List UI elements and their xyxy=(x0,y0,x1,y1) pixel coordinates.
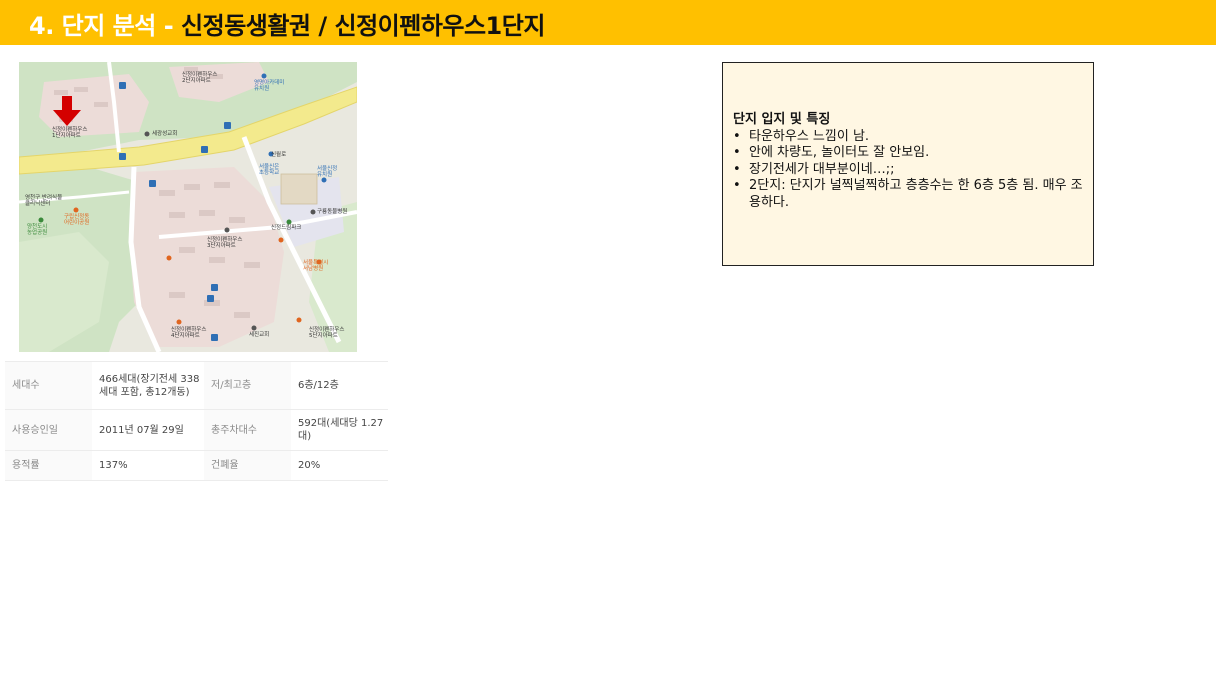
map-label-dream-park: 신정드림파크 xyxy=(271,225,302,231)
notes-title: 단지 입지 및 특징 xyxy=(733,112,831,127)
map-label-clinic: 구룡동물병원 xyxy=(317,209,348,215)
map-label-school: 서울신은 초등학교 xyxy=(259,164,280,177)
table-value: 137% xyxy=(92,450,204,481)
table-row: 사용승인일 2011년 07월 29일 총주차대수 592대(세대당 1.27대… xyxy=(5,409,388,451)
table-row: 용적률 137% 건폐율 20% xyxy=(5,450,388,481)
list-item: 장기전세가 대부분이네…;; xyxy=(733,162,1088,179)
table-key: 건폐율 xyxy=(204,450,291,481)
table-value: 592대(세대당 1.27대) xyxy=(291,409,388,451)
table-key: 사용승인일 xyxy=(5,409,92,451)
table-value: 2011년 07월 29일 xyxy=(92,409,204,451)
table-value: 6층/12층 xyxy=(291,361,388,410)
map-label-road: 신월로 xyxy=(271,152,287,158)
map-label-library: 영천구 반려식물 클리닉센터 xyxy=(25,195,63,208)
map-label-church2: 세진교회 xyxy=(249,332,270,338)
page-title: 신정동생활권 / 신정이펜하우스1단지 xyxy=(181,12,545,40)
complex-info-table: 세대수 466세대(장기전세 338세대 포함, 총12개동) 저/최고층 6층… xyxy=(5,361,388,481)
location-map[interactable]: 신정이펜하우스 1단지아파트 신정이펜하우스 2단지아파트 신정이펜하우스 3단… xyxy=(19,62,357,352)
table-key: 총주차대수 xyxy=(204,409,291,451)
table-key: 용적률 xyxy=(5,450,92,481)
list-item: 안에 차량도, 놀이터도 잘 안보임. xyxy=(733,145,1088,162)
map-label-park-c: 양천도시 농업공원 xyxy=(27,224,48,237)
table-key: 저/최고층 xyxy=(204,361,291,410)
notes-list: 타운하우스 느낌이 남. 안에 차량도, 놀이터도 잘 안보임. 장기전세가 대… xyxy=(733,129,1088,212)
list-item: 타운하우스 느낌이 남. xyxy=(733,129,1088,146)
notes-box: 단지 입지 및 특징 타운하우스 느낌이 남. 안에 차량도, 놀이터도 잘 안… xyxy=(722,62,1094,266)
map-label-complex2: 신정이펜하우스 2단지아파트 xyxy=(182,72,218,85)
map-label-complex1: 신정이펜하우스 1단지아파트 xyxy=(52,127,88,140)
title-bar: 4. 단지 분석 - 신정동생활권 / 신정이펜하우스1단지 xyxy=(0,0,1216,45)
table-value: 466세대(장기전세 338세대 포함, 총12개동) xyxy=(92,361,204,410)
map-label-complex5: 신정이펜하우스 5단지아파트 xyxy=(309,327,345,340)
map-label-complex4: 신정이펜하우스 4단지아파트 xyxy=(171,327,207,340)
table-value: 20% xyxy=(291,450,388,481)
list-item: 2단지: 단지가 널찍널찍하고 층층수는 한 6층 5층 됨. 매우 조용하다. xyxy=(733,178,1088,211)
map-label-kindergarten: 서울신정 유치원 xyxy=(317,166,338,179)
table-row: 세대수 466세대(장기전세 338세대 포함, 총12개동) 저/최고층 6층… xyxy=(5,361,388,410)
table-key: 세대수 xyxy=(5,361,92,410)
map-label-academy: 영명아카데미 유치원 xyxy=(254,80,285,93)
map-label-hospital: 서울특별시 서남병원 xyxy=(303,260,329,273)
map-label-church: 세광성교회 xyxy=(152,131,178,137)
map-canvas xyxy=(19,62,357,352)
map-label-park-g: 구립신정동 어린이공원 xyxy=(64,214,90,227)
map-label-complex3: 신정이펜하우스 3단지아파트 xyxy=(207,237,243,250)
section-prefix: 4. 단지 분석 - xyxy=(29,12,182,40)
